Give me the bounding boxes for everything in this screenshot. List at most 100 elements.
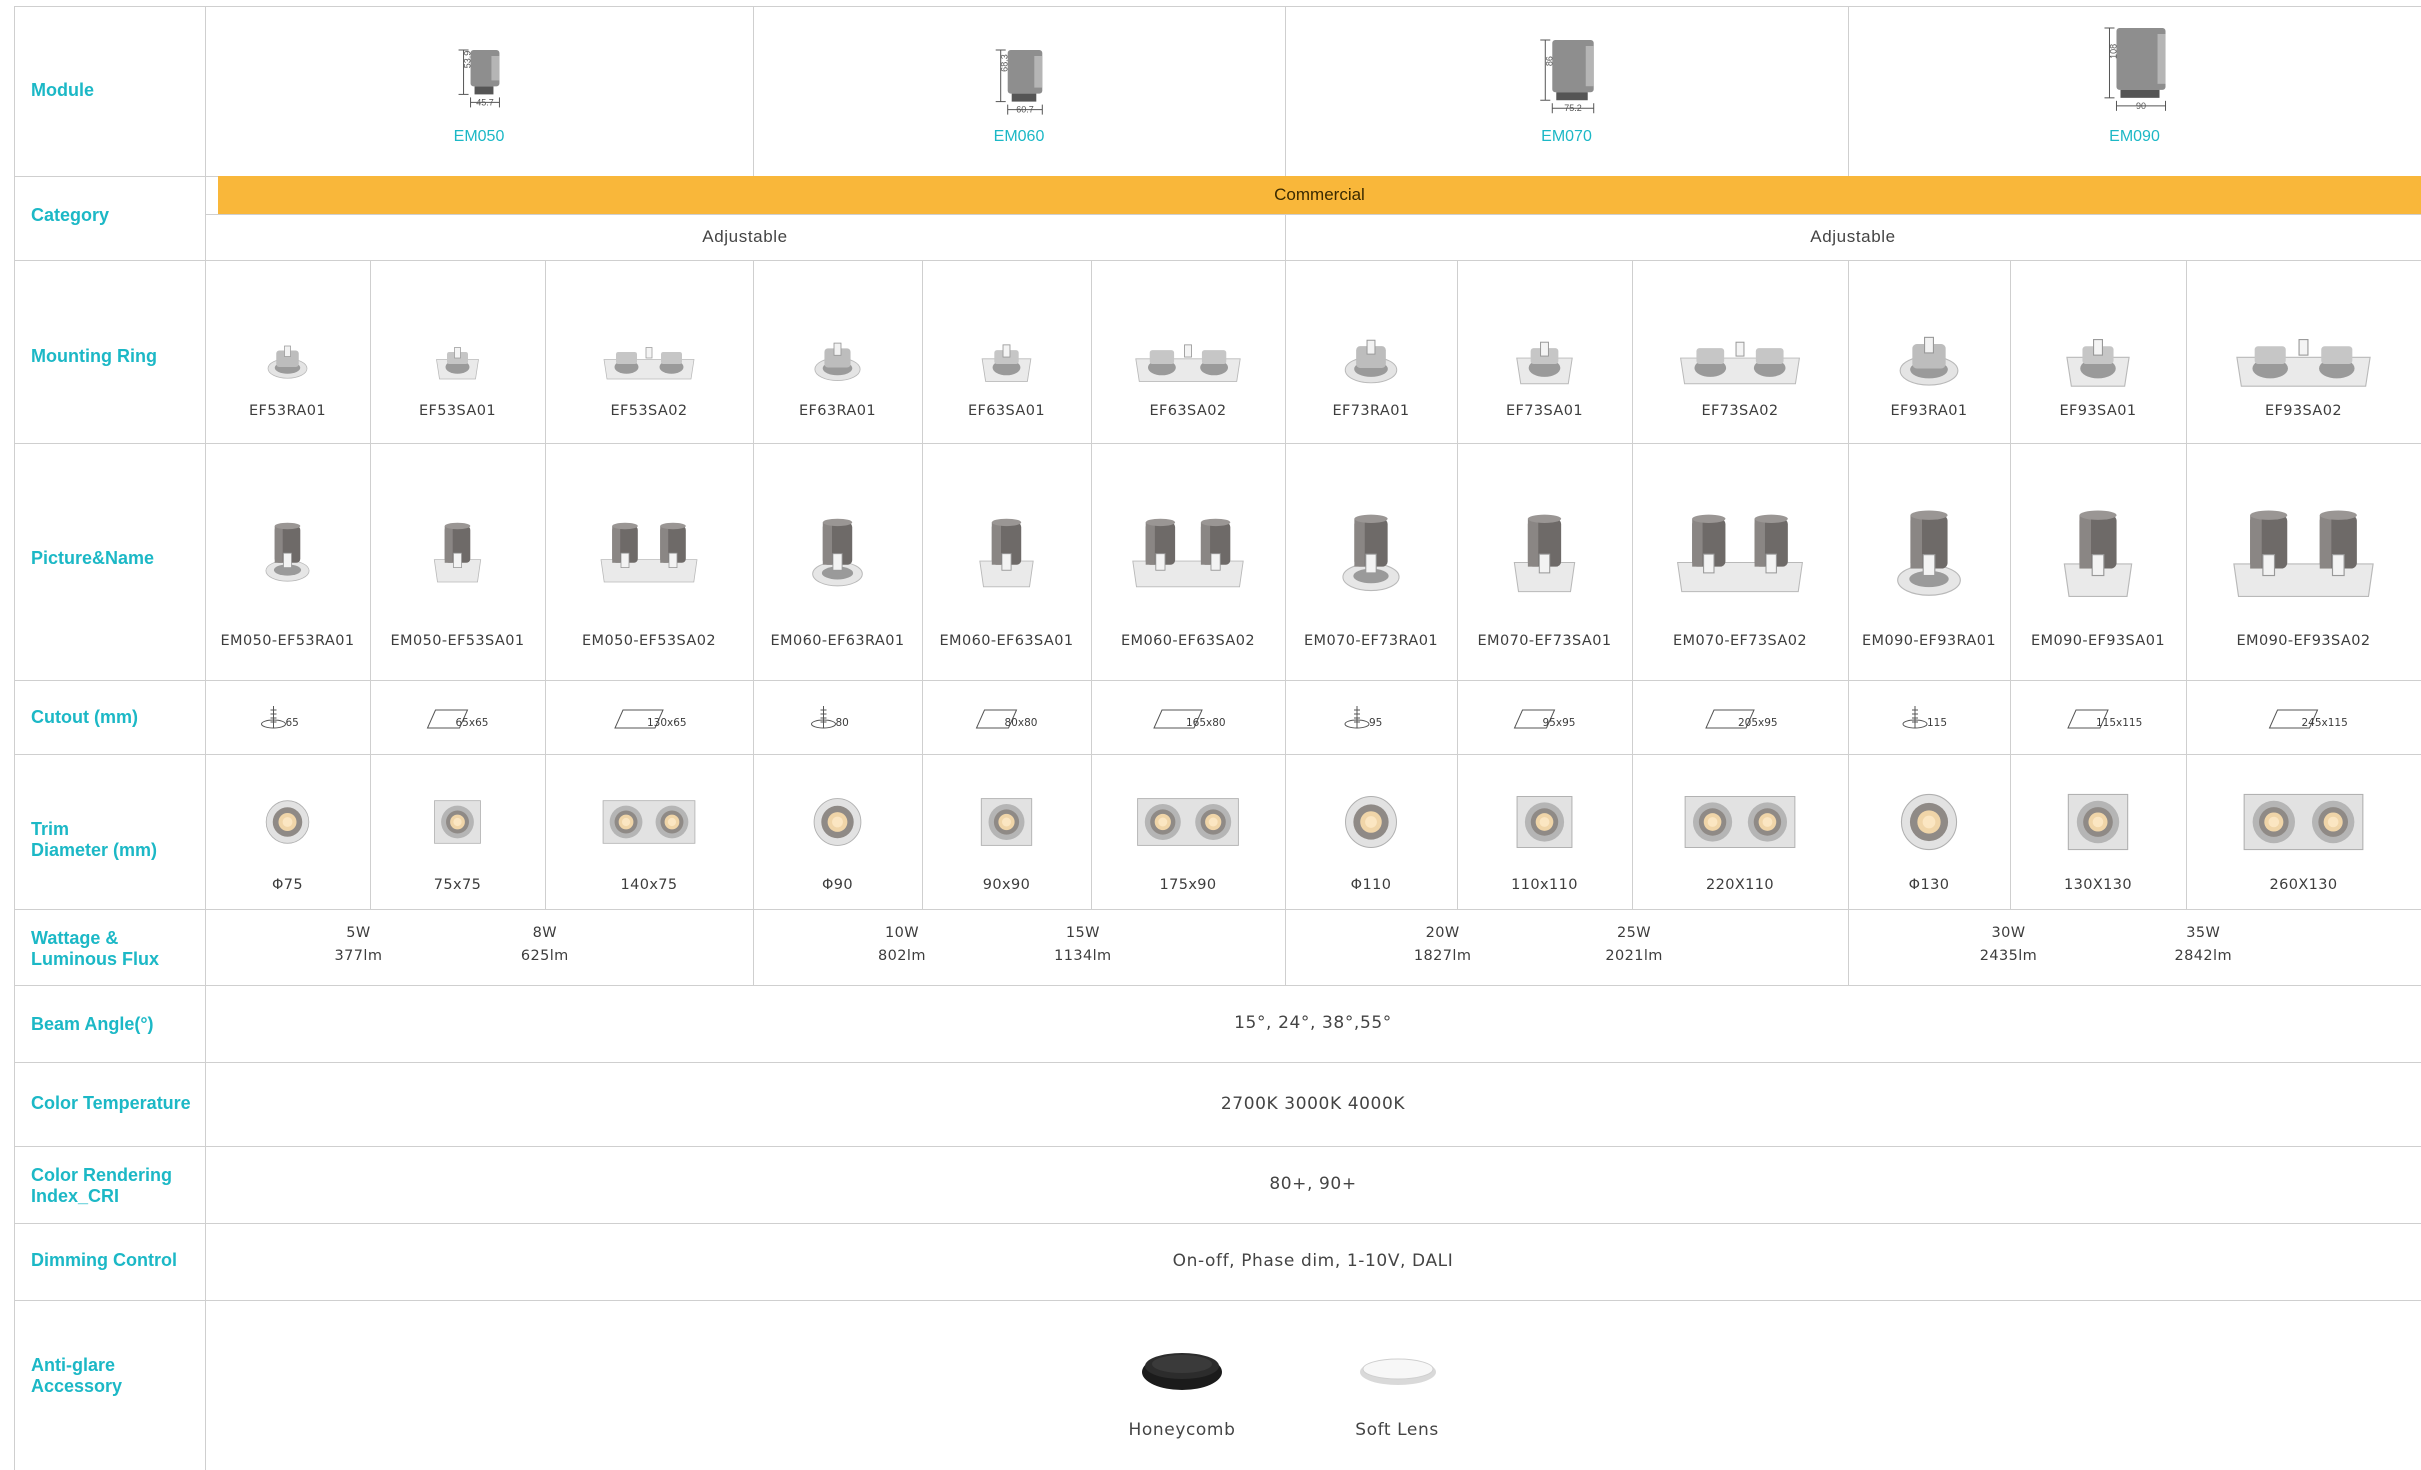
row-label-module: Module <box>31 80 94 100</box>
category-group-adjustable-2: Adjustable <box>1810 227 1896 246</box>
trim-image-12 <box>2243 793 2364 851</box>
cutout-size-2: 65x65 <box>455 717 489 729</box>
row-label-trim: Trim Diameter (mm) <box>31 819 157 861</box>
cutout-size-10: 115 <box>1927 717 1948 729</box>
trim-image-1 <box>265 800 310 844</box>
soft-lens-label: Soft Lens <box>1355 1420 1439 1440</box>
grid-line <box>14 754 2421 755</box>
beam-angle-value: 15°, 24°, 38°,55° <box>1234 1013 1392 1033</box>
row-label-cri: Color Rendering Index_CRI <box>31 1165 172 1207</box>
ring-name-6: EF63SA02 <box>1149 403 1227 419</box>
product-name-5: EM060-EF63SA01 <box>939 633 1074 649</box>
row-label-cutout: Cutout (mm) <box>31 707 138 727</box>
module-em070-width: 75.2 <box>1564 103 1582 113</box>
wattage-4-w2: 35W <box>2186 925 2221 941</box>
row-label-antiglare-line2: Accessory <box>31 1376 123 1396</box>
cutout-size-3: 130x65 <box>647 717 687 729</box>
trim-size-3: 140x75 <box>620 877 678 893</box>
ring-name-8: EF73SA01 <box>1506 403 1583 419</box>
row-label-cri-line2: Index_CRI <box>31 1186 120 1206</box>
grid-line <box>1848 6 1849 176</box>
row-label-antiglare: Anti-glare Accessory <box>31 1355 122 1397</box>
ring-name-7: EF73RA01 <box>1332 403 1410 419</box>
category-commercial-bar: Commercial <box>218 176 2421 214</box>
honeycomb-label: Honeycomb <box>1128 1420 1236 1440</box>
grid-line <box>753 909 754 985</box>
row-label-antiglare-line1: Anti-glare <box>31 1355 116 1375</box>
cutout-size-11: 115x115 <box>2096 717 2143 729</box>
soft-lens-accessory-image <box>1360 1358 1436 1385</box>
trim-image-3 <box>602 800 696 844</box>
product-name-2: EM050-EF53SA01 <box>390 633 525 649</box>
module-em050-name: EM050 <box>453 128 505 145</box>
grid-line <box>1285 909 1286 985</box>
trim-size-2: 75x75 <box>433 877 482 893</box>
grid-line <box>14 6 2421 7</box>
ring-name-12: EF93SA02 <box>2265 403 2342 419</box>
wattage-2-w1: 10W <box>884 925 919 941</box>
grid-line <box>14 1300 2421 1301</box>
ring-name-4: EF63RA01 <box>798 403 876 419</box>
product-name-3: EM050-EF53SA02 <box>582 633 716 649</box>
module-em070-height: 86 <box>1544 56 1554 66</box>
product-image-12 <box>2233 510 2374 597</box>
wattage-1-w2: 8W <box>532 925 557 941</box>
grid-line <box>14 1223 2421 1224</box>
product-image-9 <box>1677 514 1803 593</box>
row-label-beam: Beam Angle(°) <box>31 1014 154 1034</box>
row-label-trim-line2: Diameter (mm) <box>31 840 158 860</box>
product-image-5 <box>979 518 1034 588</box>
row-label-category: Category <box>31 205 110 225</box>
trim-image-4 <box>813 798 862 846</box>
row-label-dimming: Dimming Control <box>31 1250 177 1270</box>
grid-line <box>14 443 2421 444</box>
grid-line <box>205 214 2421 215</box>
module-em090-width: 90 <box>2135 101 2145 111</box>
trim-image-8 <box>1516 796 1573 848</box>
grid-line <box>14 985 2421 986</box>
product-image-1 <box>265 522 310 582</box>
cutout-size-5: 80x80 <box>1004 717 1038 729</box>
ring-name-5: EF63SA01 <box>968 403 1045 419</box>
module-em050-width: 45.7 <box>476 97 494 107</box>
wattage-4-l2: 2842lm <box>2174 948 2232 964</box>
row-label-trim-line1: Trim <box>31 819 70 839</box>
row-label-color-temp: Color Temperature <box>31 1093 191 1113</box>
trim-size-10: Φ130 <box>1908 877 1950 893</box>
row-label-cri-line1: Color Rendering <box>31 1165 173 1185</box>
product-image-10 <box>1897 510 1961 596</box>
cutout-size-7: 95 <box>1369 717 1383 729</box>
product-image-8 <box>1513 514 1576 593</box>
trim-size-6: 175x90 <box>1159 877 1217 893</box>
row-label-wattage-line2: Luminous Flux <box>31 949 159 969</box>
grid-line <box>14 680 2421 681</box>
grid-line <box>14 909 2421 910</box>
dimming-value: On-off, Phase dim, 1-10V, DALI <box>1172 1251 1454 1271</box>
product-image-6 <box>1132 518 1244 588</box>
product-name-10: EM090-EF93RA01 <box>1862 633 1996 649</box>
trim-image-6 <box>1137 798 1239 846</box>
ring-name-3: EF53SA02 <box>610 403 688 419</box>
grid-line <box>753 6 754 176</box>
grid-line <box>14 260 2421 261</box>
trim-image-11 <box>2067 793 2129 851</box>
wattage-3-w1: 20W <box>1425 925 1460 941</box>
ring-name-1: EF53RA01 <box>248 403 326 419</box>
cutout-size-4: 80 <box>835 717 849 729</box>
wattage-1-w1: 5W <box>346 925 371 941</box>
wattage-3-l2: 2021lm <box>1605 948 1663 964</box>
wattage-4-w1: 30W <box>1991 925 2026 941</box>
trim-size-12: 260X130 <box>2269 877 2338 893</box>
grid-line <box>1285 6 1286 176</box>
module-em060-height: 68.3 <box>1000 54 1010 72</box>
product-name-12: EM090-EF93SA02 <box>2236 633 2371 649</box>
row-label-picture-name: Picture&Name <box>31 548 155 568</box>
wattage-2-l2: 1134lm <box>1054 948 1112 964</box>
ring-name-2: EF53SA01 <box>419 403 496 419</box>
honeycomb-accessory-image <box>1142 1353 1222 1390</box>
product-name-4: EM060-EF63RA01 <box>770 633 905 649</box>
cutout-size-9: 205x95 <box>1738 717 1778 729</box>
wattage-2-l1: 802lm <box>878 948 926 964</box>
cutout-size-8: 95x95 <box>1542 717 1576 729</box>
trim-size-1: Φ75 <box>271 877 304 893</box>
